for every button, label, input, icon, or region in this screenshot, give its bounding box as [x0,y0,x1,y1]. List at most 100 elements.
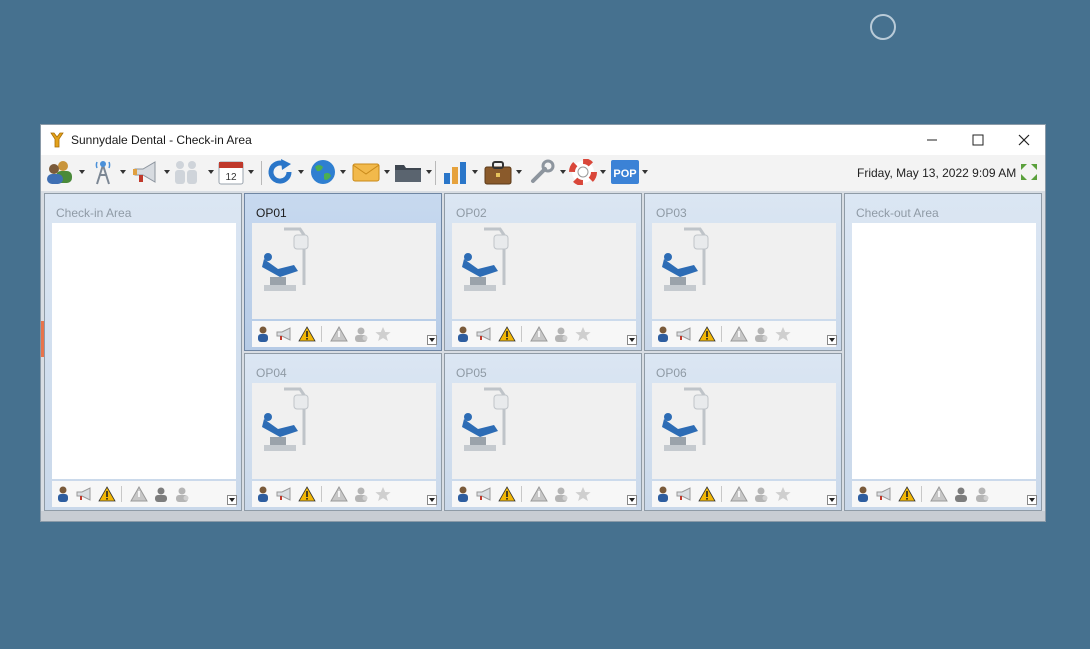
folder-button[interactable] [393,157,432,187]
warning-icon[interactable] [698,486,716,502]
status-dropdown-button[interactable] [827,335,837,345]
operatory-body[interactable] [452,383,636,479]
settings-button[interactable] [527,157,566,187]
person-icon[interactable] [953,486,969,502]
warning-icon[interactable] [498,326,516,342]
mail-button[interactable] [351,157,390,187]
megaphone-icon[interactable] [75,487,93,501]
patient-icon[interactable] [56,486,70,502]
operatory-body[interactable] [252,223,436,319]
expand-icon[interactable] [1019,162,1039,182]
status-dropdown-button[interactable] [1027,495,1037,505]
status-dropdown-button[interactable] [427,335,437,345]
operatory-op03[interactable]: OP03 [644,193,842,351]
person-gray-icon[interactable] [753,326,769,342]
help-button[interactable] [569,157,606,187]
staff-button[interactable] [171,157,214,187]
tooth-logo-icon [50,132,64,148]
warning-gray-icon[interactable] [930,486,948,502]
operatory-body[interactable] [652,223,836,319]
maximize-button[interactable] [955,125,1001,155]
warning-gray-icon[interactable] [530,486,548,502]
minimize-button[interactable] [909,125,955,155]
warning-gray-icon[interactable] [530,326,548,342]
megaphone-icon[interactable] [275,487,293,501]
star-icon[interactable] [574,486,592,502]
operatory-op01[interactable]: OP01 [244,193,442,351]
person-gray-icon[interactable] [174,486,190,502]
person-gray-icon[interactable] [353,326,369,342]
warning-icon[interactable] [498,486,516,502]
status-dropdown-button[interactable] [827,495,837,505]
operatory-op02[interactable]: OP02 [444,193,642,351]
person-icon[interactable] [153,486,169,502]
person-gray-icon[interactable] [553,326,569,342]
operatory-op06[interactable]: OP06 [644,353,842,511]
patient-icon[interactable] [656,326,670,342]
patient-icon[interactable] [456,486,470,502]
star-icon[interactable] [374,486,392,502]
tools-button[interactable] [483,157,522,187]
star-icon[interactable] [374,326,392,342]
envelope-icon [352,163,380,182]
megaphone-icon[interactable] [475,487,493,501]
status-dropdown-button[interactable] [627,495,637,505]
pop-button[interactable]: POP [611,157,648,187]
checkout-list[interactable] [852,223,1036,479]
status-separator [921,486,922,502]
patient-icon[interactable] [856,486,870,502]
person-gray-icon[interactable] [974,486,990,502]
status-dropdown-button[interactable] [227,495,237,505]
warning-gray-icon[interactable] [330,486,348,502]
warning-icon[interactable] [298,326,316,342]
warning-gray-icon[interactable] [130,486,148,502]
operatory-body[interactable] [652,383,836,479]
wrench-icon [531,159,555,183]
megaphone-icon[interactable] [675,487,693,501]
panel-label: Check-out Area [856,206,939,220]
star-icon[interactable] [774,326,792,342]
star-icon[interactable] [574,326,592,342]
warning-gray-icon[interactable] [330,326,348,342]
dental-chair-icon [662,227,709,291]
checkout-area-panel[interactable]: Check-out Area [844,193,1042,511]
patients-button[interactable] [44,157,85,187]
warning-gray-icon[interactable] [730,486,748,502]
announce-button[interactable] [131,157,170,187]
person-gray-icon[interactable] [753,486,769,502]
warning-icon[interactable] [898,486,916,502]
checkin-list[interactable] [52,223,236,479]
network-button[interactable] [89,157,126,187]
close-button[interactable] [1001,125,1047,155]
status-dropdown-button[interactable] [427,495,437,505]
megaphone-icon[interactable] [475,327,493,341]
person-gray-icon[interactable] [553,486,569,502]
status-bar [852,481,1036,507]
warning-icon[interactable] [298,486,316,502]
person-gray-icon[interactable] [353,486,369,502]
status-dropdown-button[interactable] [627,335,637,345]
megaphone-icon[interactable] [875,487,893,501]
warning-icon[interactable] [98,486,116,502]
warning-gray-icon[interactable] [730,326,748,342]
app-window: Sunnydale Dental - Check-in Area 12 POP … [40,124,1046,522]
patient-icon[interactable] [656,486,670,502]
operatory-body[interactable] [252,383,436,479]
refresh-button[interactable] [267,157,304,187]
patient-icon[interactable] [256,486,270,502]
operatory-body[interactable] [452,223,636,319]
operatory-op05[interactable]: OP05 [444,353,642,511]
web-button[interactable] [309,157,346,187]
megaphone-icon[interactable] [275,327,293,341]
reports-button[interactable] [441,157,478,187]
warning-icon[interactable] [698,326,716,342]
patient-icon[interactable] [256,326,270,342]
panel-label: Check-in Area [56,206,132,220]
patient-icon[interactable] [456,326,470,342]
status-bar [252,481,436,507]
checkin-area-panel[interactable]: Check-in Area [44,193,242,511]
megaphone-icon[interactable] [675,327,693,341]
calendar-button[interactable]: 12 [217,157,254,187]
star-icon[interactable] [774,486,792,502]
operatory-op04[interactable]: OP04 [244,353,442,511]
